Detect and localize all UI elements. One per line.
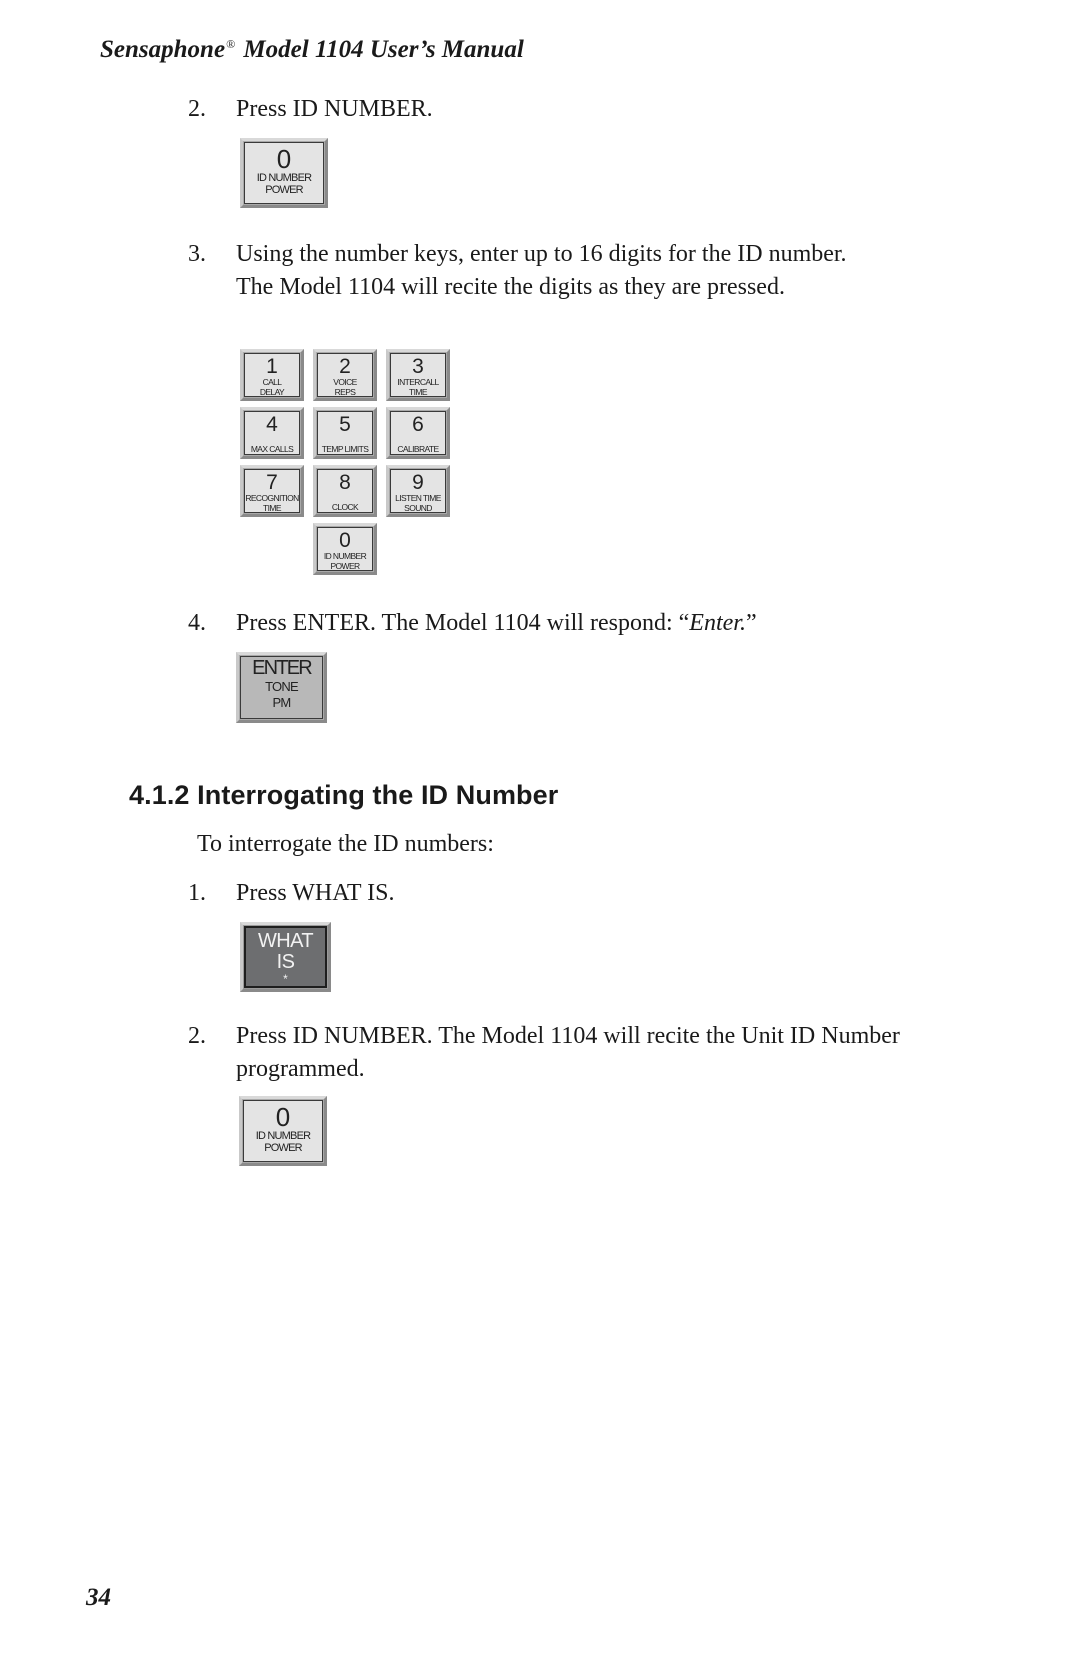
asterisk-icon: * <box>283 972 288 986</box>
step-number: 2. <box>188 1023 206 1049</box>
key-main-label: ENTER <box>252 657 313 679</box>
step-text: Press ID NUMBER. <box>236 96 433 122</box>
key-digit: 7 <box>266 471 278 494</box>
step-text: Using the number keys, enter up to 16 di… <box>236 241 847 300</box>
key-label-line1: ID NUMBER <box>255 1130 311 1142</box>
key-label-line2: REPS <box>334 387 356 397</box>
section-step-1-press-what-is: 1. Press WHAT IS. <box>188 877 888 911</box>
key-what-is: WHAT IS * <box>240 922 331 992</box>
keypad-key-6: 6 CALIBRATE <box>386 407 450 459</box>
key-label-line2: TIME <box>409 387 428 397</box>
key-label-line1: TONE <box>265 679 298 694</box>
step-text: Press ID NUMBER. The Model 1104 will rec… <box>236 1023 900 1082</box>
key-label-line1: INTERCALL <box>397 377 439 387</box>
key-label-line1: VOICE <box>333 377 357 387</box>
key-digit: 2 <box>339 355 351 378</box>
step-4-press-enter: 4. Press ENTER. The Model 1104 will resp… <box>188 607 948 641</box>
key-label-line1: TEMP LIMITS <box>321 444 369 454</box>
running-head: Sensaphone® Model 1104 User’s Manual <box>100 36 524 64</box>
page-number: 34 <box>86 1584 111 1611</box>
key-digit: 9 <box>412 471 424 494</box>
key-enter: ENTER TONE PM <box>236 652 327 723</box>
step-3-enter-digits: 3. Using the number keys, enter up to 16… <box>188 238 888 338</box>
key-label-line1: RECOGNITION <box>245 493 299 503</box>
key-id-number: 0 ID NUMBER POWER <box>240 138 328 208</box>
section-heading: 4.1.2 Interrogating the ID Number <box>129 780 559 810</box>
step-text: Press WHAT IS. <box>236 880 395 906</box>
key-digit: 3 <box>412 355 424 378</box>
key-label-line2: SOUND <box>404 503 432 513</box>
step-number: 2. <box>188 96 206 122</box>
keypad-key-4: 4 MAX CALLS <box>240 407 304 459</box>
step-number: 3. <box>188 241 206 267</box>
key-label-line2: IS <box>276 951 295 973</box>
key-digit: 5 <box>339 413 351 436</box>
step-text: Press ENTER. The Model 1104 will respond… <box>236 607 956 640</box>
key-digit: 4 <box>266 413 278 436</box>
step-2-press-id-number: 2. Press ID NUMBER. <box>188 93 888 127</box>
step-number: 4. <box>188 610 206 636</box>
manual-title: Model 1104 User’s Manual <box>243 36 524 63</box>
section-step-2-press-id-number: 2. Press ID NUMBER. The Model 1104 will … <box>188 1020 948 1090</box>
key-label-line2: DELAY <box>259 387 285 397</box>
key-label-line2: PM <box>272 695 292 710</box>
key-digit: 0 <box>275 1102 291 1132</box>
keypad-key-5: 5 TEMP LIMITS <box>313 407 377 459</box>
key-label-line1: ID NUMBER <box>256 172 312 184</box>
step-text-after: ” <box>745 610 757 636</box>
key-digit: 8 <box>339 471 351 494</box>
step-number: 1. <box>188 880 206 906</box>
keypad-key-0: 0 ID NUMBER POWER <box>313 523 377 575</box>
key-digit: 0 <box>276 144 292 174</box>
keypad-key-7: 7 RECOGNITION TIME <box>240 465 304 517</box>
section-intro: To interrogate the ID numbers: <box>197 831 494 857</box>
key-digit: 1 <box>266 355 278 378</box>
key-label-line1: ID NUMBER <box>323 551 367 561</box>
key-label-line1: MAX CALLS <box>250 444 294 454</box>
key-digit: 0 <box>339 529 351 552</box>
keypad-diagram: 1 CALL DELAY 2 VOICE REPS 3 INTERCALL TIME 4 MAX C… <box>240 349 460 579</box>
keypad-key-1: 1 CALL DELAY <box>240 349 304 401</box>
key-label-line1: WHAT <box>258 930 314 952</box>
key-label-line1: CALL <box>262 377 282 387</box>
brand-name: Sensaphone <box>100 36 226 63</box>
key-label-line2: POWER <box>330 561 360 571</box>
keypad-key-8: 8 CLOCK <box>313 465 377 517</box>
key-label-line2: POWER <box>264 1142 302 1154</box>
key-label-line2: TIME <box>263 503 282 513</box>
key-id-number-2: 0 ID NUMBER POWER <box>239 1096 327 1166</box>
keypad-key-9: 9 LISTEN TIME SOUND <box>386 465 450 517</box>
keypad-key-2: 2 VOICE REPS <box>313 349 377 401</box>
key-label-line1: CLOCK <box>331 502 359 512</box>
key-label-line2: POWER <box>265 184 303 196</box>
registered-mark: ® <box>226 37 236 51</box>
key-digit: 6 <box>412 413 424 436</box>
step-text-before: Press ENTER. The Model 1104 will respond… <box>236 610 690 636</box>
spoken-response: Enter. <box>689 610 746 636</box>
key-label-line1: LISTEN TIME <box>395 493 441 503</box>
keypad-key-3: 3 INTERCALL TIME <box>386 349 450 401</box>
key-label-line1: CALIBRATE <box>397 444 439 454</box>
